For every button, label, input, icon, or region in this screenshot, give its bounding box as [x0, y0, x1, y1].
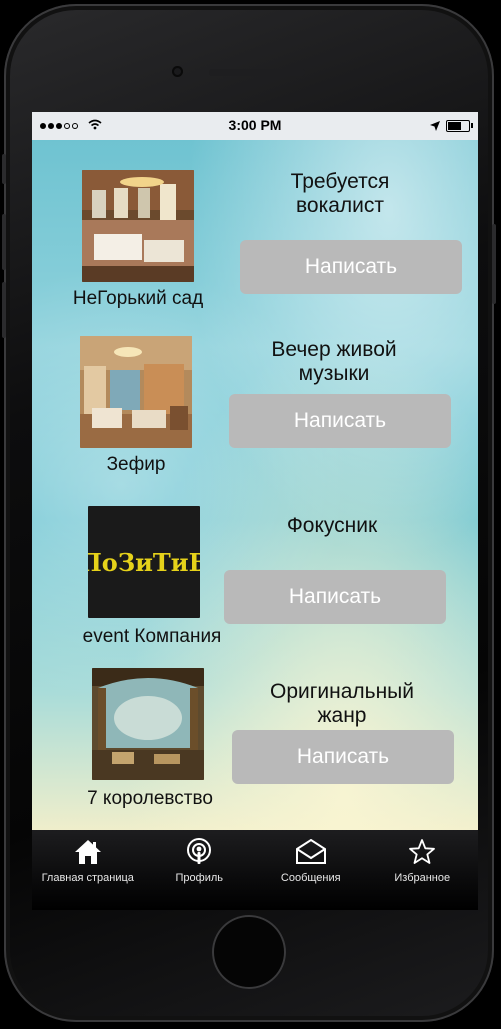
front-camera [172, 66, 183, 77]
tab-favorites[interactable]: Избранное [367, 830, 479, 910]
venue-name: 7 королевство [87, 788, 213, 809]
status-time: 3:00 PM [228, 117, 282, 133]
listing-item: Зефир Вечер живой музыки Написать [32, 336, 478, 506]
home-button[interactable] [212, 915, 286, 989]
gig-title: Фокусник [286, 514, 378, 537]
earpiece-speaker [209, 69, 305, 76]
listing-item: 7 королевство Оригинальный жанр Написать [32, 668, 478, 830]
gig-title: Оригинальный жанр [269, 680, 415, 727]
status-bar: 3:00 PM [32, 112, 478, 140]
venue-name: Зефир [106, 454, 166, 475]
profile-broadcast-icon [144, 836, 256, 868]
tab-profile[interactable]: Профиль [144, 830, 256, 910]
volume-up-button [2, 214, 6, 270]
write-message-button[interactable]: Написать [224, 570, 446, 624]
venue-name: НеГорький сад [72, 288, 204, 309]
company-logo[interactable]: ПоЗиТиВ [88, 506, 200, 618]
app-screen: 3:00 PM НеГорький сад Требуется вокалист… [32, 112, 478, 910]
gig-title: Требуется вокалист [290, 170, 390, 217]
location-arrow-icon [430, 118, 440, 134]
venue-name: event Компания [82, 626, 222, 647]
listing-item: НеГорький сад Требуется вокалист Написат… [32, 170, 478, 340]
tab-label: Профиль [175, 872, 224, 884]
mute-switch [2, 154, 6, 184]
venue-photo[interactable] [82, 170, 194, 282]
battery-icon [446, 120, 473, 132]
star-icon [367, 836, 479, 868]
write-message-button[interactable]: Написать [240, 240, 462, 294]
home-icon [32, 836, 144, 868]
power-button [492, 224, 496, 304]
envelope-icon [255, 836, 367, 868]
volume-down-button [2, 282, 6, 338]
tab-label: Главная страница [41, 872, 134, 884]
tab-home[interactable]: Главная страница [32, 830, 144, 910]
listing-item: ПоЗиТиВ event Компания Фокусник Написать [32, 506, 478, 676]
logo-text: ПоЗиТиВ [88, 547, 200, 577]
venue-photo[interactable] [92, 668, 204, 780]
listings-feed[interactable]: НеГорький сад Требуется вокалист Написат… [32, 140, 478, 830]
write-message-button[interactable]: Написать [229, 394, 451, 448]
tab-label: Избранное [394, 872, 451, 884]
write-message-button[interactable]: Написать [232, 730, 454, 784]
venue-photo[interactable] [80, 336, 192, 448]
gig-title: Вечер живой музыки [271, 338, 397, 385]
tab-messages[interactable]: Сообщения [255, 830, 367, 910]
tab-label: Сообщения [280, 872, 341, 884]
tab-bar: Главная страница Профиль Сообщения Избра… [32, 830, 478, 910]
